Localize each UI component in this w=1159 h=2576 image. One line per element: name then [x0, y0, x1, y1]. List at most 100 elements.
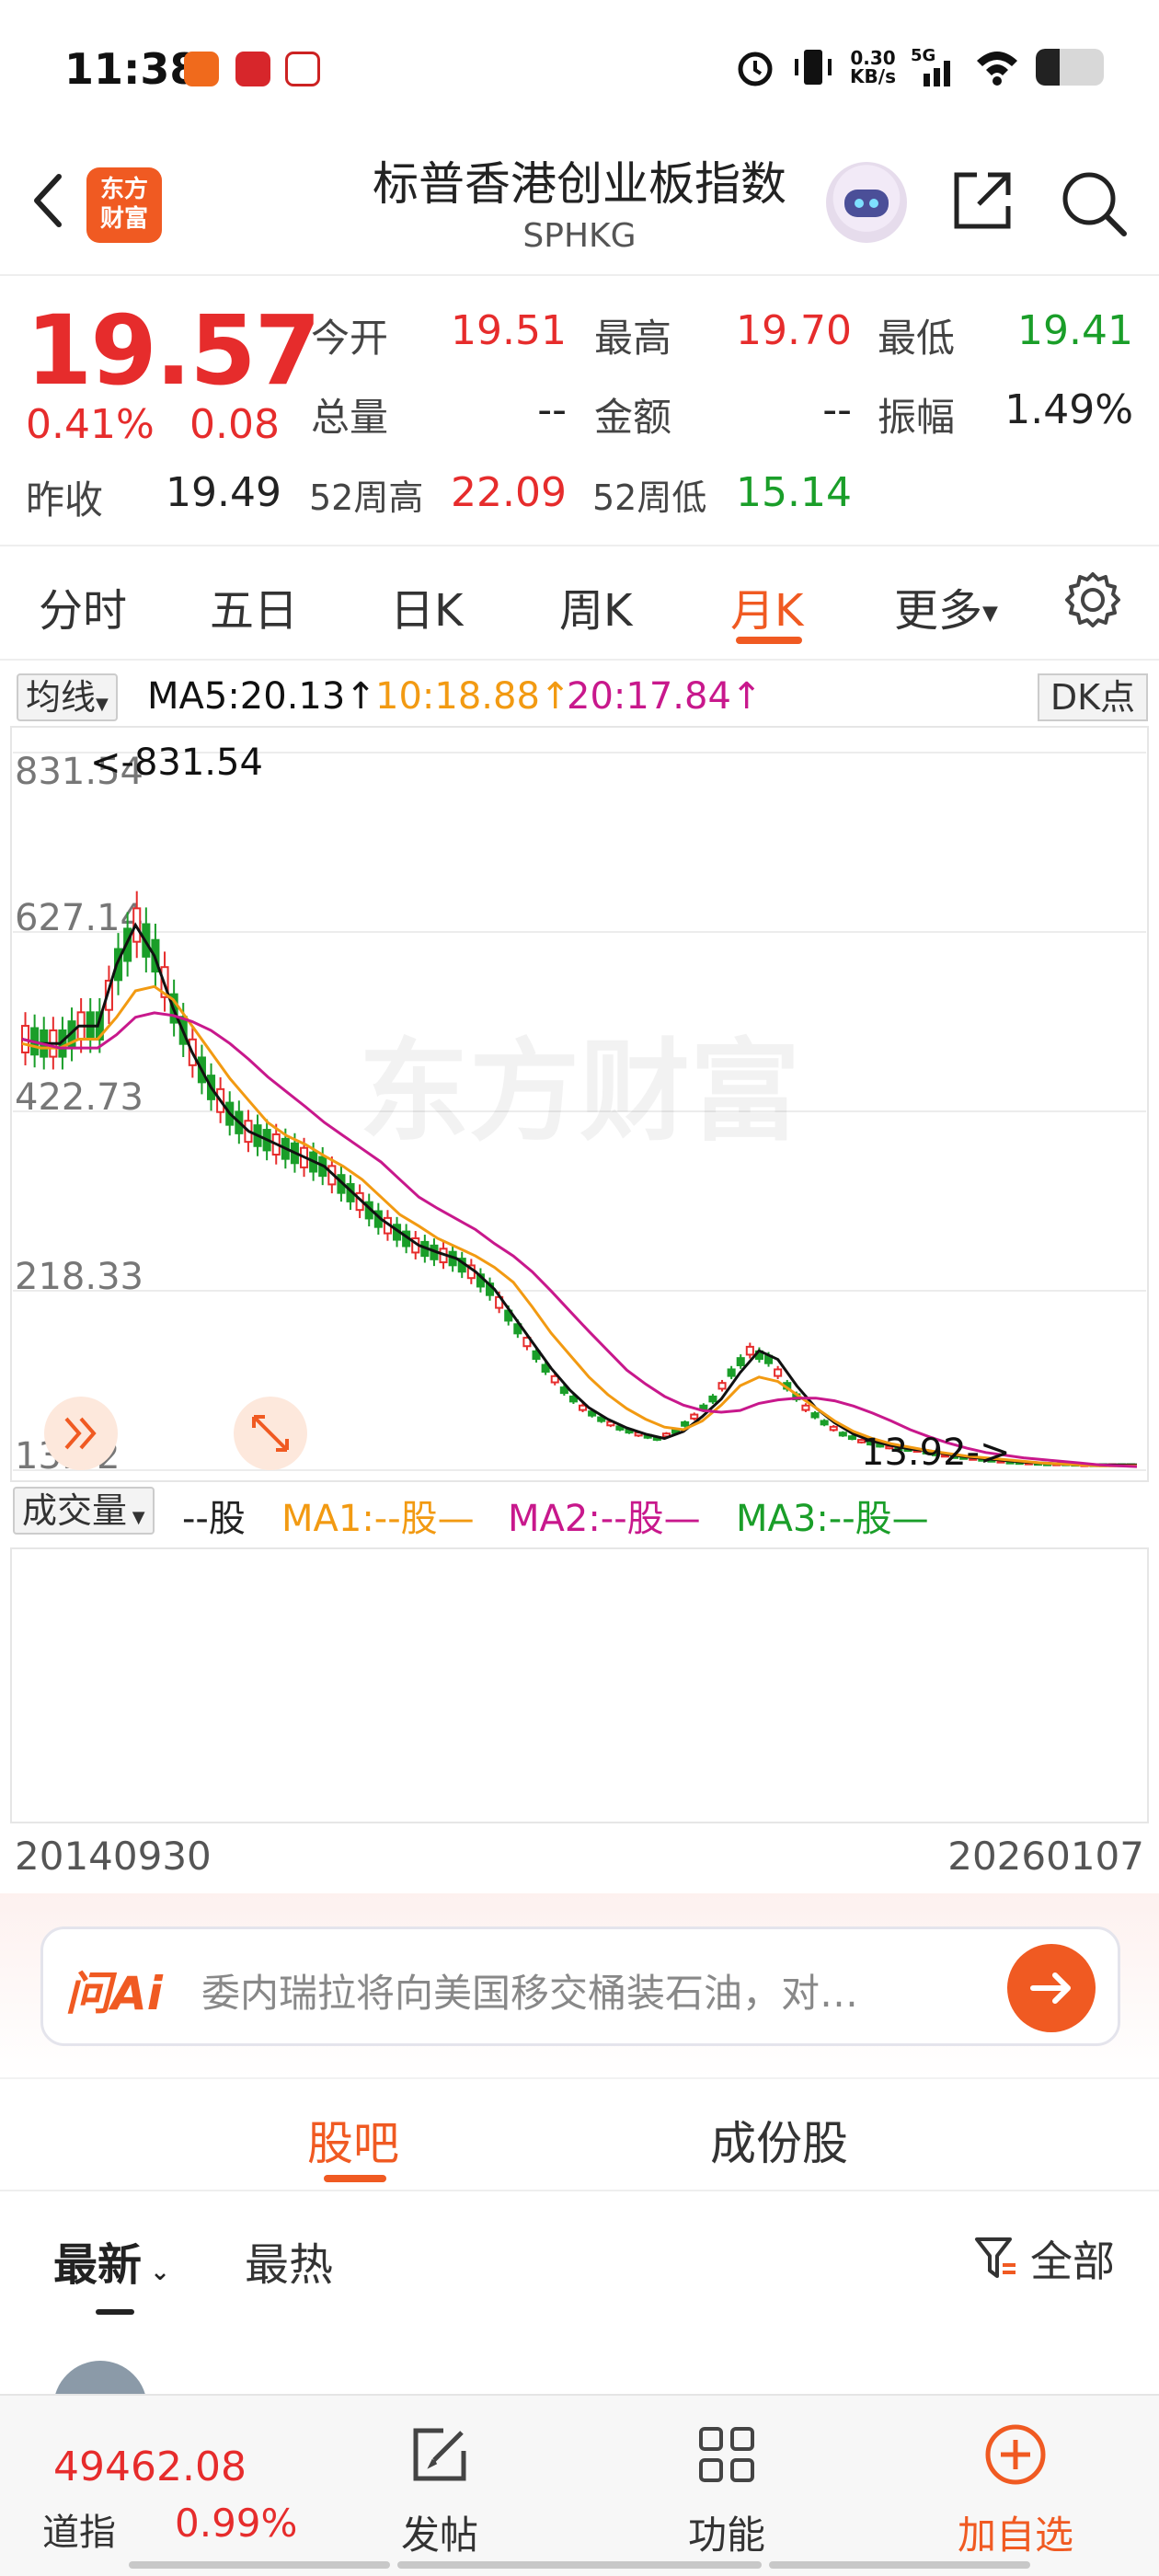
ai-section: 问Ai 委内瑞拉将向美国移交桶装石油，对…: [0, 1893, 1159, 2077]
wk52-high-label: 52周高: [309, 477, 424, 518]
candle-body: [717, 1382, 727, 1390]
prev-close-value: 19.49: [166, 469, 281, 516]
tab-weekly-k[interactable]: 周K: [559, 574, 632, 638]
ai-assistant-avatar[interactable]: [826, 162, 907, 243]
gesture-bar: [397, 2561, 762, 2569]
vol-ma3-legend: MA3:--股—: [736, 1498, 929, 1540]
change-percent: 0.41%: [26, 401, 155, 448]
alarm-icon: [738, 52, 773, 86]
ai-question-text[interactable]: 委内瑞拉将向美国移交桶装石油，对…: [201, 1962, 983, 2018]
candle-body: [820, 1420, 829, 1426]
amount-value: --: [822, 386, 852, 433]
search-icon[interactable]: [1056, 166, 1130, 239]
nav-functions[interactable]: 功能: [635, 2396, 819, 2576]
sort-latest[interactable]: 最新 ⌄: [53, 2228, 170, 2293]
ai-send-button[interactable]: [1007, 1944, 1096, 2032]
volume-pane-frame: [10, 1547, 1149, 1823]
filter-icon: [975, 2237, 1016, 2278]
candle-body: [708, 1395, 717, 1403]
watermark: 东方财富: [359, 1029, 800, 1156]
candles: [21, 891, 1135, 1467]
forum-tabs: 股吧 成份股: [0, 2077, 1159, 2191]
nav-post[interactable]: 发帖: [348, 2396, 532, 2576]
ai-ask-bar[interactable]: 问Ai 委内瑞拉将向美国移交桶装石油，对…: [40, 1926, 1120, 2046]
status-time: 11:38: [64, 44, 200, 94]
expand-left-button[interactable]: [44, 1397, 118, 1470]
index-ticker[interactable]: 49462.08 道指 0.99%: [0, 2396, 331, 2576]
filter-button[interactable]: 全部: [973, 2228, 1115, 2289]
add-circle-icon: [985, 2424, 1046, 2485]
app-notification-icon: [184, 52, 219, 86]
vibrate-icon: [795, 50, 832, 85]
amplitude-value: 1.49%: [1004, 386, 1133, 433]
active-tab-indicator: [736, 637, 802, 644]
caret-down-icon: ▼: [127, 1508, 145, 1527]
kline-chart-area: 均线▼ MA5:20.13↑ 10:18.88↑ 20:17.84↑ DK点 东…: [0, 661, 1159, 1893]
signal-icon: 5G: [911, 46, 950, 86]
gesture-bar: [769, 2561, 1030, 2569]
quote-panel: 19.57 0.41% 0.08 今开 19.51 最高 19.70 最低 19…: [0, 276, 1159, 546]
index-name: 道指: [42, 2512, 116, 2554]
app-logo: 东方 财富: [86, 167, 162, 243]
vol-ma2-legend: MA2:--股—: [508, 1498, 701, 1540]
ma5-line: [21, 922, 1137, 1466]
candlestick-chart[interactable]: 东方财富 831.54627.14422.73218.3313.92 <-831…: [0, 661, 1159, 1893]
tab-daily-k[interactable]: 日K: [390, 574, 463, 638]
max-price-label: <-831.54: [90, 742, 263, 784]
wk52-low-label: 52周低: [592, 477, 707, 518]
open-value: 19.51: [451, 307, 567, 354]
amount-label: 金额: [594, 395, 672, 440]
candle-body: [736, 1357, 745, 1367]
candle-body: [847, 1435, 856, 1441]
candle-body: [810, 1412, 820, 1419]
change-amount: 0.08: [189, 401, 280, 448]
caret-down-icon: ▼: [982, 602, 998, 626]
candle-body: [681, 1420, 690, 1427]
candle-body: [745, 1345, 754, 1356]
last-price: 19.57: [26, 294, 321, 407]
volume-indicator-select[interactable]: 成交量 ▼: [13, 1487, 155, 1535]
candle-body: [690, 1413, 699, 1420]
tab-monthly-k[interactable]: 月K: [730, 574, 803, 638]
volume-legend-row: 成交量 ▼ --股 MA1:--股— MA2:--股— MA3:--股—: [13, 1487, 1144, 1540]
low-value: 19.41: [1017, 307, 1133, 354]
low-label: 最低: [878, 316, 956, 361]
candle-body: [838, 1432, 847, 1437]
candle-body: [579, 1404, 588, 1411]
battery-icon: [1036, 49, 1104, 86]
gear-icon[interactable]: [1061, 569, 1124, 631]
tab-five-day[interactable]: 五日: [210, 574, 298, 638]
forum-tab-indicator: [324, 2175, 386, 2182]
tab-constituents[interactable]: 成份股: [710, 2107, 848, 2173]
share-icon[interactable]: [947, 166, 1017, 236]
grid-icon: [699, 2427, 754, 2482]
candle-body: [727, 1368, 736, 1377]
nav-add-watchlist[interactable]: 加自选: [924, 2396, 1107, 2576]
sort-hot[interactable]: 最热: [245, 2228, 333, 2293]
wifi-icon: [977, 52, 1017, 86]
candle-body: [559, 1386, 568, 1395]
gesture-bar: [129, 2561, 390, 2569]
index-change: 0.99%: [175, 2501, 298, 2546]
back-icon[interactable]: [22, 164, 77, 237]
high-value: 19.70: [736, 307, 852, 354]
y-tick-label: 422.73: [15, 1076, 143, 1119]
stock-header: 东方 财富 标普香港创业板指数 SPHKG: [0, 138, 1159, 276]
wk52-high-value: 22.09: [451, 469, 567, 516]
status-bar: 11:38 0.30 KB/s 5G: [0, 0, 1159, 138]
ai-logo: 问Ai: [65, 1967, 163, 2020]
y-tick-labels: 831.54627.14422.73218.3313.92: [15, 751, 143, 1478]
wk52-low-value: 15.14: [736, 469, 852, 516]
svg-text:5G: 5G: [911, 46, 935, 65]
x-start-label: 20140930: [15, 1834, 212, 1879]
sort-row: 最新 ⌄ 最热 全部: [0, 2191, 1159, 2315]
tab-more[interactable]: 更多▼: [894, 574, 998, 638]
min-price-label: 13.92->: [861, 1432, 1010, 1474]
tab-guba[interactable]: 股吧: [307, 2107, 399, 2173]
high-label: 最高: [594, 316, 672, 361]
fullscreen-button[interactable]: [234, 1397, 307, 1470]
tab-intraday[interactable]: 分时: [39, 574, 127, 638]
prev-close-label: 昨收: [26, 477, 104, 523]
period-tabs: 分时 五日 日K 周K 月K 更多▼: [0, 546, 1159, 661]
candle-body: [829, 1425, 838, 1432]
